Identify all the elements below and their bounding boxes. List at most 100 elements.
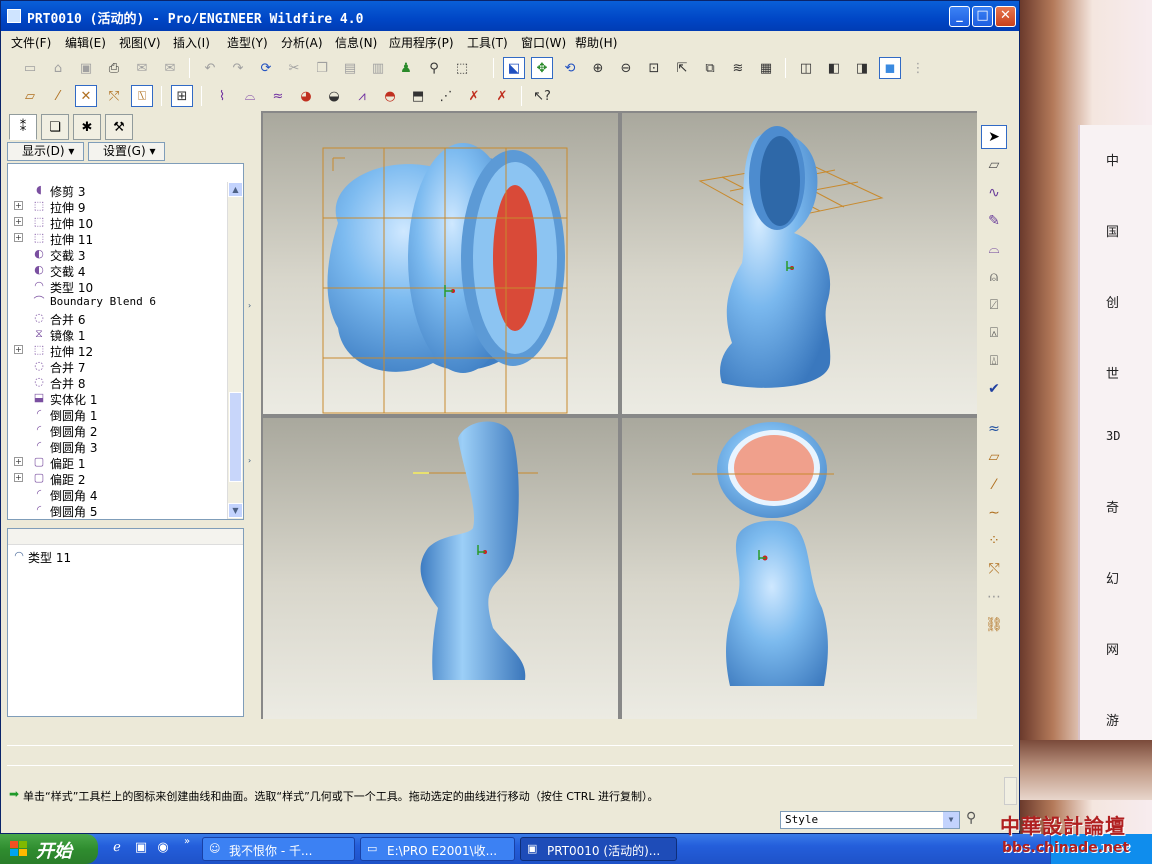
- dihedral-analysis-icon[interactable]: ⋰: [435, 85, 457, 107]
- undo-icon[interactable]: ↶: [199, 57, 221, 79]
- coordinate-system-icon[interactable]: ⤲: [981, 557, 1007, 581]
- start-button[interactable]: 开始: [0, 834, 98, 864]
- email-icon[interactable]: ✉: [131, 57, 153, 79]
- scroll-up-arrow-icon[interactable]: ▲: [228, 182, 243, 197]
- menu-applications[interactable]: 应用程序(P): [389, 34, 454, 51]
- coordinate-system-display-icon[interactable]: ⤲: [103, 85, 125, 107]
- graphics-window[interactable]: [261, 111, 977, 719]
- chevron-down-icon[interactable]: ▼: [943, 812, 959, 828]
- tab-model-tree[interactable]: ⁑: [9, 114, 37, 140]
- smart-filter-icon[interactable]: ⚲: [966, 810, 976, 826]
- minimize-button[interactable]: _: [949, 6, 970, 27]
- menu-style[interactable]: 造型(Y): [227, 34, 268, 51]
- task-folder[interactable]: ▭ E:\PRO E2001\收...: [360, 837, 515, 861]
- active-plane-icon[interactable]: ▱: [981, 153, 1007, 177]
- offset-analysis-icon[interactable]: ≈: [267, 85, 289, 107]
- menu-insert[interactable]: 插入(I): [173, 34, 210, 51]
- paste-icon[interactable]: ▤: [339, 57, 361, 79]
- datum-curve-icon[interactable]: ≈: [981, 417, 1007, 441]
- style-tree-icon[interactable]: ⍍: [981, 349, 1007, 373]
- find-icon[interactable]: ⚲: [423, 57, 445, 79]
- model-tree-scrollbar[interactable]: ▲ ▼: [227, 182, 243, 519]
- redo-icon[interactable]: ↷: [227, 57, 249, 79]
- chain-link-icon[interactable]: ⛓: [981, 613, 1007, 637]
- open-file-icon[interactable]: ⌂: [47, 57, 69, 79]
- create-surface-icon[interactable]: ⌓: [981, 237, 1007, 261]
- annotation-display-icon[interactable]: ⍂: [131, 85, 153, 107]
- print-icon[interactable]: ⎙: [103, 57, 125, 79]
- view-top-right[interactable]: [622, 113, 977, 414]
- refit-icon[interactable]: ⊡: [643, 57, 665, 79]
- title-bar[interactable]: PRT0010 (活动的) - Pro/ENGINEER Wildfire 4.…: [1, 1, 1019, 31]
- view-top-left[interactable]: [263, 113, 618, 414]
- scroll-down-arrow-icon[interactable]: ▼: [228, 503, 243, 518]
- done-checkmark-icon[interactable]: ✔: [981, 377, 1007, 401]
- sash-left-icon[interactable]: ›: [248, 456, 254, 465]
- zoom-out-icon[interactable]: ⊖: [615, 57, 637, 79]
- saved-views-icon[interactable]: ⧉: [699, 57, 721, 79]
- wireframe-icon[interactable]: ◫: [795, 57, 817, 79]
- menu-tools[interactable]: 工具(T): [467, 34, 508, 51]
- no-hidden-icon[interactable]: ◨: [851, 57, 873, 79]
- message-scrollbar[interactable]: [1004, 777, 1017, 805]
- datum-axis-display-icon[interactable]: ⁄: [47, 85, 69, 107]
- datum-point-icon[interactable]: ⁘: [981, 529, 1007, 553]
- gaussian-curvature-icon[interactable]: ◕: [295, 85, 317, 107]
- regenerate-icon[interactable]: ⟳: [255, 57, 277, 79]
- datum-plane-display-icon[interactable]: ▱: [19, 85, 41, 107]
- select-arrow-icon[interactable]: ➤: [981, 125, 1007, 149]
- reflection-analysis-icon[interactable]: ◓: [379, 85, 401, 107]
- scroll-thumb[interactable]: [229, 392, 242, 482]
- sketch-grid-icon[interactable]: ⊞: [171, 85, 193, 107]
- filter-select[interactable]: Style ▼: [780, 811, 960, 829]
- tab-favorites[interactable]: ✱: [73, 114, 101, 140]
- menu-analysis[interactable]: 分析(A): [281, 34, 323, 51]
- sash-left-icon[interactable]: ›: [248, 301, 254, 310]
- view-bottom-right[interactable]: [622, 418, 977, 719]
- layers-icon[interactable]: ≋: [727, 57, 749, 79]
- menu-view[interactable]: 视图(V): [119, 34, 161, 51]
- show-dropdown[interactable]: 显示(D) ▾: [7, 142, 84, 161]
- settings-dropdown[interactable]: 设置(G) ▾: [88, 142, 165, 161]
- repaint-icon[interactable]: ⬕: [503, 57, 525, 79]
- close-button[interactable]: ✕: [995, 6, 1016, 27]
- context-help-icon[interactable]: ↖?: [531, 85, 553, 107]
- menu-info[interactable]: 信息(N): [335, 34, 377, 51]
- model-tree-toggle-icon[interactable]: ⋮: [907, 57, 929, 79]
- model-player-icon[interactable]: ♟: [395, 57, 417, 79]
- spin-center-icon[interactable]: ✥: [531, 57, 553, 79]
- draft-analysis-icon[interactable]: ⬒: [407, 85, 429, 107]
- orient-icon[interactable]: ⟲: [559, 57, 581, 79]
- connect-surface-icon[interactable]: ⍝: [981, 265, 1007, 289]
- select-box-icon[interactable]: ⬚: [451, 57, 473, 79]
- curve-analysis-icon[interactable]: ⌇: [211, 85, 233, 107]
- paste-special-icon[interactable]: ▥: [367, 57, 389, 79]
- expand-icon[interactable]: +: [14, 473, 23, 482]
- task-qq[interactable]: ☺ 我不恨你 - 千...: [202, 837, 355, 861]
- tab-folder-browser[interactable]: ❏: [41, 114, 69, 140]
- copy-icon[interactable]: ❐: [311, 57, 333, 79]
- quicklaunch-more-icon[interactable]: »: [178, 836, 196, 854]
- view-manager-icon[interactable]: ▦: [755, 57, 777, 79]
- datum-plane-icon[interactable]: ▱: [981, 445, 1007, 469]
- email-link-icon[interactable]: ✉: [159, 57, 181, 79]
- trim-surface-icon[interactable]: ⍁: [981, 293, 1007, 317]
- datum-point-display-icon[interactable]: ✕: [75, 85, 97, 107]
- slope-analysis-icon[interactable]: ⩘: [351, 85, 373, 107]
- edit-curve-icon[interactable]: ✎: [981, 209, 1007, 233]
- new-file-icon[interactable]: ▭: [19, 57, 41, 79]
- expand-icon[interactable]: +: [14, 201, 23, 210]
- expand-icon[interactable]: +: [14, 217, 23, 226]
- menu-help[interactable]: 帮助(H): [575, 34, 617, 51]
- menu-file[interactable]: 文件(F): [11, 34, 51, 51]
- cut-icon[interactable]: ✂: [283, 57, 305, 79]
- menu-edit[interactable]: 编辑(E): [65, 34, 106, 51]
- analysis-icon[interactable]: ⋯: [981, 585, 1007, 609]
- delete-analysis-icon[interactable]: ✗: [463, 85, 485, 107]
- media-icon[interactable]: ◉: [154, 840, 172, 858]
- edit-surface-icon[interactable]: ⍓: [981, 321, 1007, 345]
- section-curvature-icon[interactable]: ◒: [323, 85, 345, 107]
- view-bottom-left[interactable]: [263, 418, 618, 719]
- section-analysis-icon[interactable]: ⌓: [239, 85, 261, 107]
- shading-icon[interactable]: ◼: [879, 57, 901, 79]
